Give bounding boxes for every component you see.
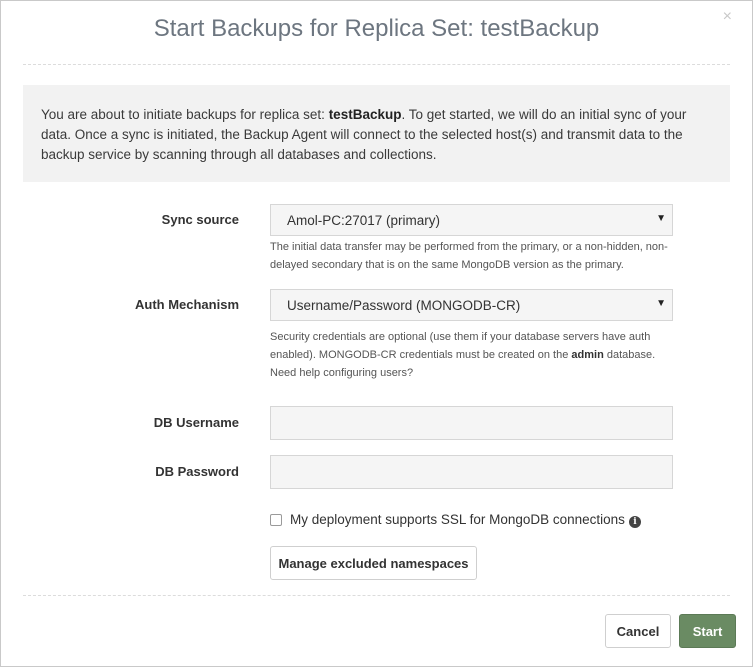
- sync-source-value: Amol-PC:27017 (primary): [287, 213, 441, 228]
- chevron-down-icon: ▼: [656, 298, 666, 309]
- ssl-label-text: My deployment supports SSL for MongoDB c…: [290, 512, 625, 527]
- auth-mechanism-select[interactable]: Username/Password (MONGODB-CR) ▼: [270, 289, 673, 321]
- start-backups-dialog: × Start Backups for Replica Set: testBac…: [0, 0, 753, 667]
- db-password-label: DB Password: [155, 464, 239, 479]
- auth-help-text-after: database.: [603, 349, 656, 361]
- intro-panel: You are about to initiate backups for re…: [23, 85, 730, 182]
- auth-help-admin: admin: [571, 349, 604, 361]
- start-button[interactable]: Start: [679, 614, 736, 648]
- header-divider: [23, 64, 730, 65]
- auth-mechanism-label: Auth Mechanism: [134, 297, 239, 312]
- sync-source-help: The initial data transfer may be perform…: [270, 241, 668, 271]
- chevron-down-icon: ▼: [656, 213, 666, 224]
- ssl-checkbox[interactable]: [270, 514, 282, 526]
- auth-mechanism-value: Username/Password (MONGODB-CR): [287, 298, 521, 313]
- intro-replica-set: testBackup: [328, 107, 402, 122]
- ssl-checkbox-label[interactable]: My deployment supports SSL for MongoDB c…: [290, 512, 641, 528]
- dialog-title: Start Backups for Replica Set: testBacku…: [153, 15, 600, 42]
- info-icon[interactable]: i: [628, 516, 641, 528]
- auth-mechanism-help: Security credentials are optional (use t…: [270, 328, 680, 382]
- db-username-label: DB Username: [153, 415, 239, 430]
- db-username-input[interactable]: [270, 406, 673, 440]
- sync-source-select[interactable]: Amol-PC:27017 (primary) ▼: [270, 204, 673, 236]
- db-password-input[interactable]: [270, 455, 673, 489]
- footer-divider: [23, 595, 730, 596]
- intro-text-before: You are about to initiate backups for re…: [41, 107, 329, 122]
- sync-source-label: Sync source: [161, 212, 239, 227]
- cancel-button[interactable]: Cancel: [605, 614, 671, 648]
- manage-excluded-namespaces-button[interactable]: Manage excluded namespaces: [270, 546, 477, 580]
- help-configuring-users-link[interactable]: Need help configuring users?: [270, 367, 413, 379]
